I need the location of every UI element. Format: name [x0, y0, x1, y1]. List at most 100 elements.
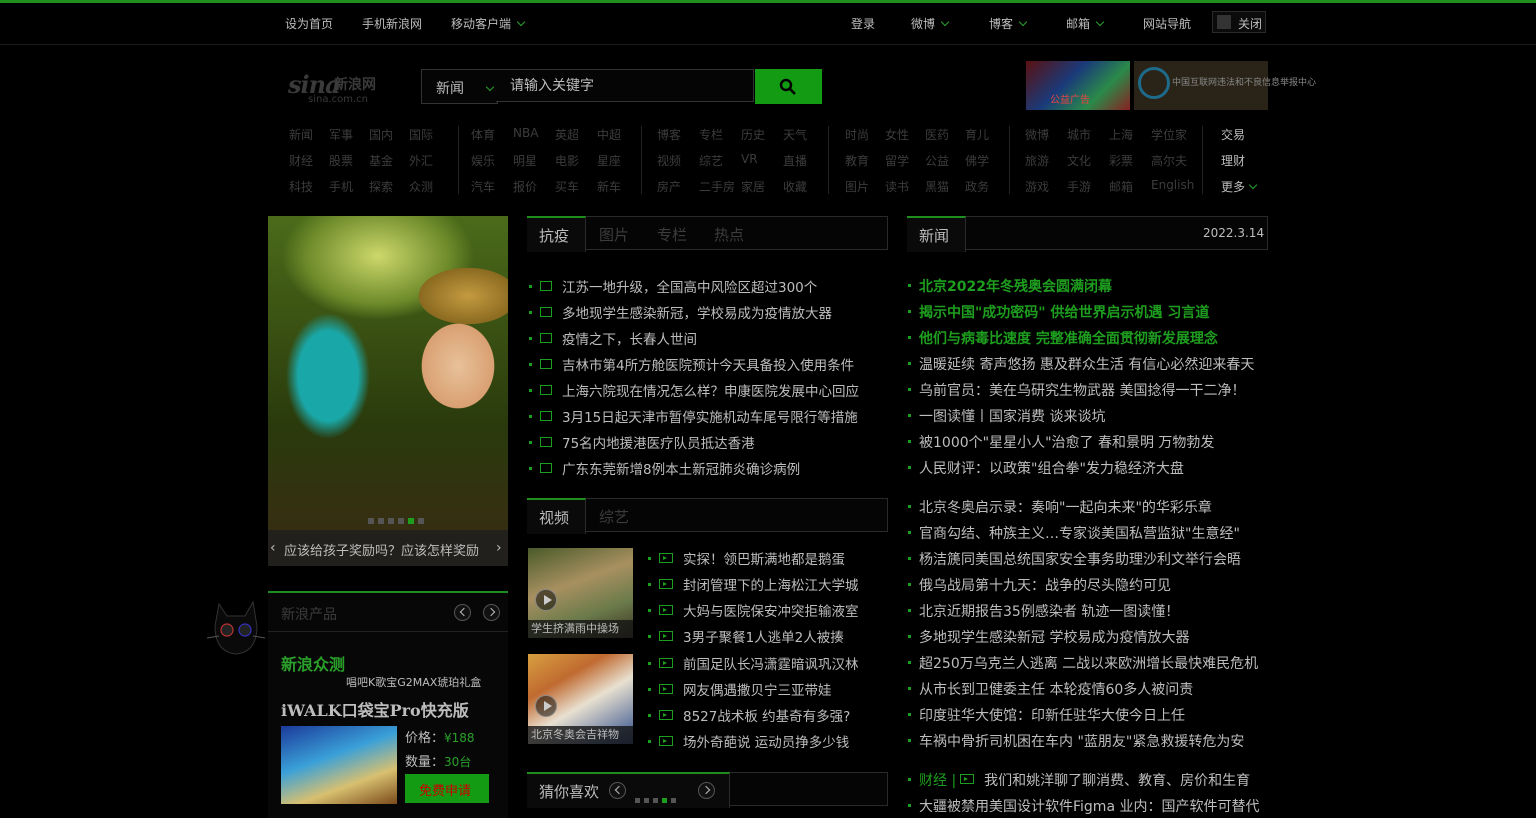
- product-subtitle[interactable]: 唱吧K歌宝G2MAX琥珀礼盒: [346, 674, 481, 690]
- nav-link-天气[interactable]: 天气: [783, 126, 807, 143]
- like-dot[interactable]: [635, 798, 640, 803]
- nav-link-微博[interactable]: 微博: [1025, 126, 1049, 143]
- video-news-title[interactable]: 封闭管理下的上海松江大学城: [683, 578, 859, 594]
- nav-link-图片[interactable]: 图片: [845, 178, 869, 195]
- video-news-title[interactable]: 实探！领巴斯满地都是鹅蛋: [683, 552, 845, 568]
- nav-link-NBA[interactable]: NBA: [513, 126, 538, 140]
- mobile-client-dropdown[interactable]: 移动客户端: [451, 15, 526, 32]
- nav-link-新闻[interactable]: 新闻: [289, 126, 313, 143]
- news-item[interactable]: 江苏一地升级，全国高中风险区超过300个: [529, 276, 817, 296]
- video-news-item[interactable]: 实探！领巴斯满地都是鹅蛋: [648, 548, 845, 568]
- search-button[interactable]: [755, 69, 822, 104]
- headline-item[interactable]: 一图读懂丨国家消费 谈来谈坑: [908, 406, 1105, 426]
- video-news-item[interactable]: 8527战术板 约基奇有多强?: [648, 705, 850, 725]
- nav-link-VR[interactable]: VR: [741, 152, 758, 166]
- blog-dropdown[interactable]: 博客: [989, 15, 1028, 32]
- news-item[interactable]: 上海六院现在情况怎么样？申康医院发展中心回应: [529, 380, 859, 400]
- news-item[interactable]: 疫情之下，长春人世间: [529, 328, 697, 348]
- news-title[interactable]: 北京近期报告35例感染者 轨迹一图读懂！: [919, 604, 1179, 620]
- news-item[interactable]: 吉林市第4所方舱医院预计今天具备投入使用条件: [529, 354, 854, 374]
- headline-text[interactable]: 被1000个"星星小人"治愈了 春和景明 万物勃发: [919, 435, 1214, 451]
- nav-link-房产[interactable]: 房产: [657, 178, 681, 195]
- news-title[interactable]: 我们和姚洋聊了聊消费、教育、房价和生育: [984, 773, 1250, 789]
- product-image[interactable]: [281, 726, 397, 804]
- nav-link-博客[interactable]: 博客: [657, 126, 681, 143]
- news-item[interactable]: 官商勾结、种族主义…专家谈美国私营监狱"生意经": [908, 523, 1240, 543]
- news-item[interactable]: 3月15日起天津市暂停实施机动车尾号限行等措施: [529, 406, 858, 426]
- slide-prev-icon[interactable]: ‹: [270, 540, 276, 556]
- video-news-item[interactable]: 3男子聚餐1人逃单2人被揍: [648, 626, 844, 646]
- news-item[interactable]: 超250万乌克兰人逃离 二战以来欧洲增长最快难民危机: [908, 653, 1258, 673]
- like-dot[interactable]: [662, 798, 667, 803]
- news-item[interactable]: 75名内地援港医疗队员抵达香港: [529, 432, 755, 452]
- video-news-title[interactable]: 大妈与医院保安冲突拒输液室: [683, 604, 859, 620]
- slide-dot[interactable]: [398, 518, 404, 524]
- video-news-item[interactable]: 前国足队长冯潇霆暗讽巩汉林: [648, 653, 859, 673]
- news-item[interactable]: 多地现学生感染新冠 学校易成为疫情放大器: [908, 627, 1189, 647]
- nav-link-基金[interactable]: 基金: [369, 152, 393, 169]
- nav-link-综艺[interactable]: 综艺: [699, 152, 723, 169]
- nav-link-科技[interactable]: 科技: [289, 178, 313, 195]
- products-prev-button[interactable]: [454, 604, 471, 621]
- news-item[interactable]: 印度驻华大使馆：印新任驻华大使今日上任: [908, 705, 1185, 725]
- slide-caption[interactable]: 应该给孩子奖励吗？应该怎样奖励: [284, 540, 479, 559]
- free-apply-button[interactable]: 免费申请: [405, 774, 489, 803]
- news-title[interactable]: 江苏一地升级，全国高中风险区超过300个: [562, 280, 817, 296]
- news-title[interactable]: 车祸中骨折司机困在车内 "蓝朋友"紧急救援转危为安: [919, 734, 1244, 750]
- nav-link-中超[interactable]: 中超: [597, 126, 621, 143]
- nav-link-新车[interactable]: 新车: [597, 178, 621, 195]
- nav-link-佛学[interactable]: 佛学: [965, 152, 989, 169]
- headline-item[interactable]: 乌前官员：美在乌研究生物武器 美国捻得一干二净！: [908, 380, 1245, 400]
- headline-text[interactable]: 一图读懂丨国家消费 谈来谈坑: [919, 409, 1105, 425]
- product-name[interactable]: iWALK口袋宝Pro快充版: [281, 697, 469, 721]
- tab-hot[interactable]: 热点: [702, 217, 752, 249]
- news-item[interactable]: 北京冬奥启示录：奏响"一起向未来"的华彩乐章: [908, 497, 1212, 517]
- news-title[interactable]: 疫情之下，长春人世间: [562, 332, 697, 348]
- news-title[interactable]: 广东东莞新增8例本土新冠肺炎确诊病例: [562, 462, 800, 478]
- slide-dot[interactable]: [388, 518, 394, 524]
- slide-dot[interactable]: [408, 518, 414, 524]
- nav-link-众测[interactable]: 众测: [409, 178, 433, 195]
- video-news-item[interactable]: 网友偶遇撒贝宁三亚带娃: [648, 679, 832, 699]
- video-thumbnail[interactable]: 学生挤满雨中操场: [528, 548, 633, 638]
- news-title[interactable]: 杨洁篪同美国总统国家安全事务助理沙利文举行会晤: [919, 552, 1241, 568]
- report-center-ad[interactable]: 中国互联网违法和不良信息举报中心: [1134, 61, 1316, 110]
- like-dot[interactable]: [644, 798, 649, 803]
- news-title[interactable]: 从市长到卫健委主任 本轮疫情60多人被问责: [919, 682, 1193, 698]
- video-thumbnail[interactable]: 北京冬奥会吉祥物: [528, 654, 633, 744]
- nav-link-军事[interactable]: 军事: [329, 126, 353, 143]
- nav-link-学位家[interactable]: 学位家: [1151, 126, 1187, 143]
- nav-link-直播[interactable]: 直播: [783, 152, 807, 169]
- nav-link-汽车[interactable]: 汽车: [471, 178, 495, 195]
- nav-link-育儿[interactable]: 育儿: [965, 126, 989, 143]
- headline-text[interactable]: 乌前官员：美在乌研究生物武器 美国捻得一干二净！: [919, 383, 1245, 399]
- like-dot[interactable]: [671, 798, 676, 803]
- video-news-title[interactable]: 场外奇葩说 运动员挣多少钱: [683, 735, 849, 751]
- headline-item[interactable]: 北京2022年冬残奥会圆满闭幕: [908, 276, 1112, 296]
- video-news-item[interactable]: 大妈与医院保安冲突拒输液室: [648, 600, 859, 620]
- slide-dot[interactable]: [418, 518, 424, 524]
- news-item[interactable]: 广东东莞新增8例本土新冠肺炎确诊病例: [529, 458, 800, 478]
- nav-link-旅游[interactable]: 旅游: [1025, 152, 1049, 169]
- set-homepage-link[interactable]: 设为首页: [285, 15, 333, 32]
- tab-news[interactable]: 新闻: [907, 216, 966, 252]
- headline-text[interactable]: 人民财评：以政策"组合拳"发力稳经济大盘: [919, 461, 1184, 477]
- like-dot[interactable]: [653, 798, 658, 803]
- nav-link-买车[interactable]: 买车: [555, 178, 579, 195]
- nav-link-股票[interactable]: 股票: [329, 152, 353, 169]
- nav-link-政务[interactable]: 政务: [965, 178, 989, 195]
- nav-link-城市[interactable]: 城市: [1067, 126, 1091, 143]
- slide-next-icon[interactable]: ›: [496, 540, 502, 556]
- nav-link-公益[interactable]: 公益: [925, 152, 949, 169]
- nav-link-国际[interactable]: 国际: [409, 126, 433, 143]
- nav-link-收藏[interactable]: 收藏: [783, 178, 807, 195]
- sina-logo[interactable]: sina 新浪网 sina.com.cn: [288, 62, 400, 106]
- tab-video[interactable]: 视频: [527, 498, 586, 534]
- search-input[interactable]: [496, 69, 754, 102]
- headline-item[interactable]: 被1000个"星星小人"治愈了 春和景明 万物勃发: [908, 432, 1214, 452]
- news-title[interactable]: 俄乌战局第十九天：战争的尽头隐约可见: [919, 578, 1171, 594]
- headline-text[interactable]: 温暖延续 寄声悠扬 惠及群众生活 有信心必然迎来春天: [919, 357, 1254, 373]
- headline-item[interactable]: 他们与病毒比速度 完整准确全面贯彻新发展理念: [908, 328, 1218, 348]
- nav-link-探索[interactable]: 探索: [369, 178, 393, 195]
- finance-item[interactable]: 大疆被禁用美国设计软件Figma 业内：国产软件可替代: [908, 796, 1259, 816]
